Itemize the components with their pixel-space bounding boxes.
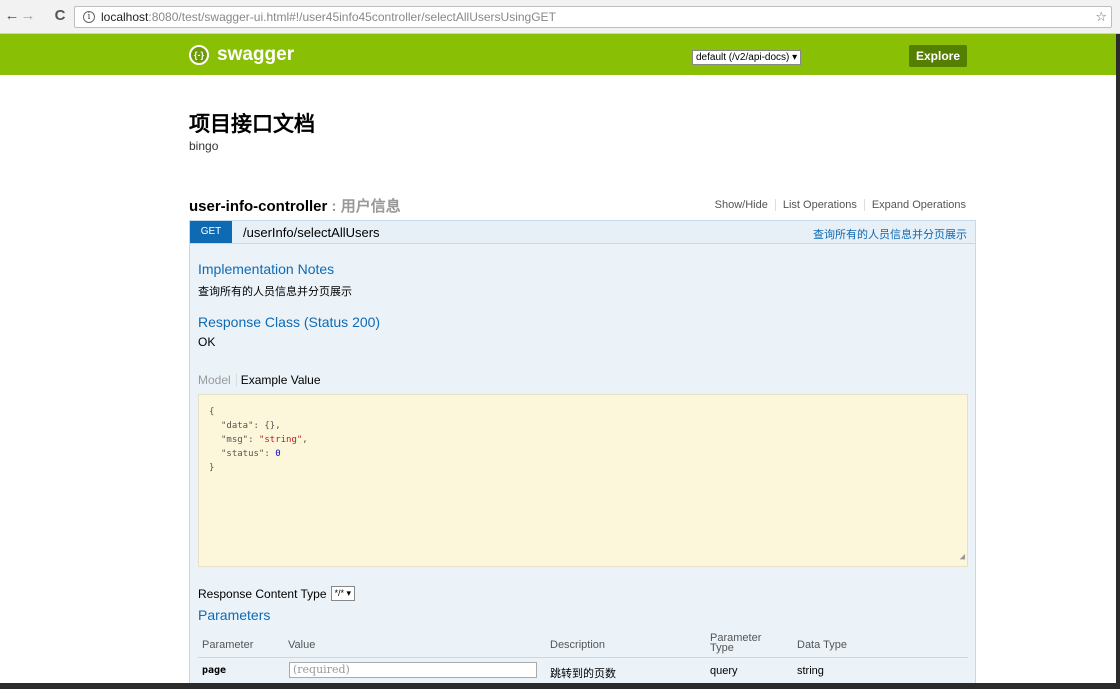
json-close-brace: } <box>209 463 215 473</box>
explore-button[interactable]: Explore <box>909 45 967 67</box>
implementation-notes-text: 查询所有的人员信息并分页展示 <box>198 286 352 298</box>
json-line-msg: "msg": "string", <box>221 435 308 445</box>
expand-operations-link[interactable]: Expand Operations <box>865 199 966 211</box>
response-content-type: Response Content Type */* ▾ <box>198 586 356 601</box>
operation-content: Implementation Notes 查询所有的人员信息并分页展示 Resp… <box>189 244 976 683</box>
response-class-text: OK <box>198 335 216 349</box>
json-val-status: 0 <box>275 449 281 459</box>
implementation-notes-title: Implementation Notes <box>198 261 335 277</box>
col-data-type: Data Type <box>797 639 847 651</box>
json-val-data: {}, <box>264 421 281 431</box>
parameters-table: Parameter Value Description Parameter Ty… <box>198 630 968 683</box>
swagger-logo[interactable]: {-} swagger <box>189 42 294 68</box>
api-docs-select[interactable]: default (/v2/api-docs) ▾ <box>692 50 802 65</box>
bottom-strip <box>0 683 1120 689</box>
param-type: query <box>710 665 738 677</box>
reload-icon[interactable]: C <box>52 8 68 24</box>
controller-ops: Show/Hide List Operations Expand Operati… <box>708 199 966 211</box>
model-tabs: Model Example Value <box>198 373 321 387</box>
controller-separator: : <box>327 198 341 215</box>
page: {-} swagger default (/v2/api-docs) ▾ Exp… <box>0 34 1116 683</box>
controller-heading[interactable]: user-info-controller : 用户信息 <box>189 195 401 216</box>
tab-model[interactable]: Model <box>198 373 237 387</box>
json-line-data: "data": {}, <box>221 421 281 431</box>
tab-example-value[interactable]: Example Value <box>237 373 321 387</box>
show-hide-link[interactable]: Show/Hide <box>708 199 776 211</box>
col-parameter-type: Parameter Type <box>710 632 762 654</box>
parameters-title: Parameters <box>198 607 271 623</box>
col-description: Description <box>550 639 606 651</box>
swagger-logo-icon: {-} <box>189 45 209 65</box>
address-bar[interactable]: i localhost:8080/test/swagger-ui.html#!/… <box>74 6 1112 28</box>
param-description: 跳转到的页数 <box>550 668 616 680</box>
json-line-status: "status": 0 <box>221 449 281 459</box>
page-title: 项目接口文档 <box>189 113 315 136</box>
col-parameter: Parameter <box>202 639 254 651</box>
operation-heading[interactable]: GET /userInfo/selectAllUsers 查询所有的人员信息并分… <box>189 220 976 244</box>
json-open-brace: { <box>209 407 215 417</box>
json-val-msg: "string" <box>258 435 303 445</box>
json-key-msg: "msg" <box>221 435 249 445</box>
json-key-status: "status" <box>221 449 265 459</box>
swagger-header: {-} swagger default (/v2/api-docs) ▾ Exp… <box>0 34 1116 75</box>
http-method-badge[interactable]: GET <box>190 221 232 243</box>
response-content-type-label: Response Content Type <box>198 586 327 601</box>
response-content-type-select[interactable]: */* ▾ <box>330 586 356 601</box>
table-row: page (required) 跳转到的页数 query string <box>198 658 968 683</box>
response-class-title: Response Class (Status 200) <box>198 314 381 330</box>
param-page-input[interactable]: (required) <box>289 662 537 678</box>
parameters-header-row: Parameter Value Description Parameter Ty… <box>198 630 968 658</box>
back-icon[interactable]: ← <box>4 8 20 24</box>
resize-handle-icon[interactable]: ◢ <box>960 550 965 564</box>
page-description: bingo <box>189 139 219 153</box>
controller-description: 用户信息 <box>340 198 401 215</box>
info-icon[interactable]: i <box>83 11 95 23</box>
forward-icon[interactable]: → <box>20 8 36 24</box>
param-name: page <box>202 665 227 676</box>
browser-toolbar: ← → C i localhost:8080/test/swagger-ui.h… <box>0 0 1120 34</box>
json-key-data: "data" <box>221 421 254 431</box>
swagger-logo-text: swagger <box>217 44 295 65</box>
controller-name[interactable]: user-info-controller <box>189 198 327 215</box>
operation-summary[interactable]: 查询所有的人员信息并分页展示 <box>813 226 967 242</box>
example-value-box[interactable]: { "data": {}, "msg": "string", "status":… <box>198 394 968 567</box>
url-host: localhost <box>101 10 149 24</box>
url-text: localhost:8080/test/swagger-ui.html#!/us… <box>101 10 556 24</box>
bookmark-star-icon[interactable]: ☆ <box>1095 9 1107 25</box>
param-data-type: string <box>797 665 824 677</box>
operation-path[interactable]: /userInfo/selectAllUsers <box>243 225 380 240</box>
col-value: Value <box>288 639 316 651</box>
list-operations-link[interactable]: List Operations <box>776 199 865 211</box>
url-path: :8080/test/swagger-ui.html#!/user45info4… <box>148 10 556 24</box>
